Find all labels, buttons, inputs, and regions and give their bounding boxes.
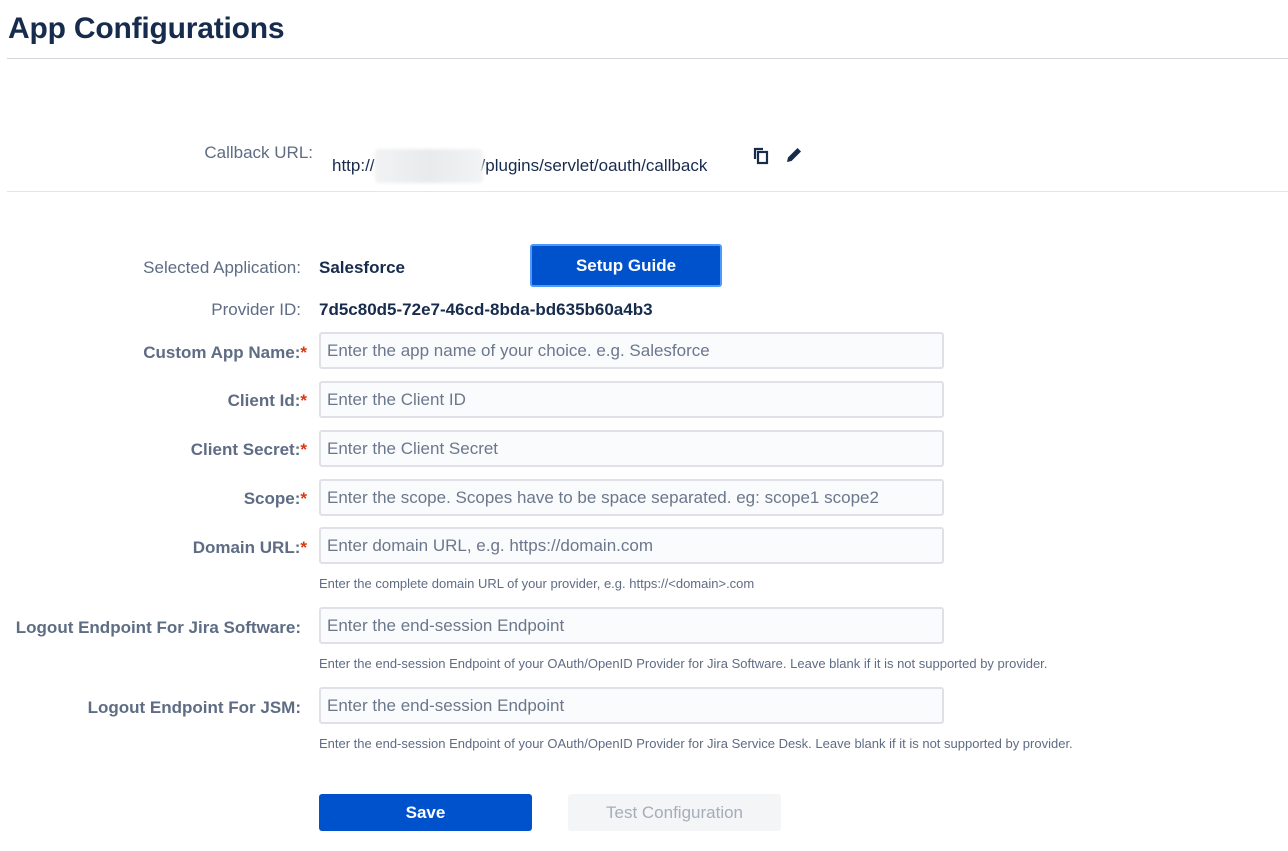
title-divider bbox=[7, 58, 1288, 59]
domain-url-input[interactable] bbox=[319, 527, 944, 564]
test-configuration-button[interactable]: Test Configuration bbox=[568, 794, 781, 831]
client-id-label: Client Id:* bbox=[0, 391, 307, 411]
scope-input[interactable] bbox=[319, 479, 944, 516]
pencil-icon[interactable] bbox=[784, 145, 804, 165]
custom-app-name-label-text: Custom App Name: bbox=[143, 343, 301, 362]
callback-url-label: Callback URL: bbox=[204, 143, 313, 162]
required-marker: * bbox=[300, 391, 307, 410]
client-secret-label-text: Client Secret: bbox=[190, 440, 301, 459]
client-secret-input[interactable] bbox=[319, 430, 944, 467]
logout-jira-input[interactable] bbox=[319, 607, 944, 644]
logout-jsm-help: Enter the end-session Endpoint of your O… bbox=[319, 736, 1073, 751]
provider-id-label: Provider ID: bbox=[211, 300, 301, 319]
selected-application-label: Selected Application: bbox=[143, 258, 301, 277]
domain-url-label: Domain URL:* bbox=[0, 538, 307, 558]
required-marker: * bbox=[300, 538, 307, 557]
required-marker: * bbox=[300, 489, 307, 508]
domain-url-help: Enter the complete domain URL of your pr… bbox=[319, 576, 755, 591]
required-marker: * bbox=[300, 343, 307, 362]
logout-jira-help: Enter the end-session Endpoint of your O… bbox=[319, 656, 1048, 671]
client-id-input[interactable] bbox=[319, 381, 944, 418]
client-secret-label: Client Secret:* bbox=[0, 440, 307, 460]
selected-application-value: Salesforce bbox=[319, 258, 405, 277]
client-id-label-text: Client Id: bbox=[227, 391, 301, 410]
required-marker: * bbox=[300, 440, 307, 459]
custom-app-name-input[interactable] bbox=[319, 332, 944, 369]
callback-divider bbox=[7, 191, 1288, 192]
logout-jira-label: Logout Endpoint For Jira Software: bbox=[15, 618, 301, 637]
logout-jsm-label: Logout Endpoint For JSM: bbox=[87, 698, 301, 717]
page-title: App Configurations bbox=[8, 12, 285, 45]
logout-jsm-input[interactable] bbox=[319, 687, 944, 724]
callback-url-suffix: /plugins/servlet/oauth/callback bbox=[480, 156, 708, 175]
scope-label-text: Scope: bbox=[243, 489, 301, 508]
save-button[interactable]: Save bbox=[319, 794, 532, 831]
callback-url-prefix: http:// bbox=[332, 156, 375, 175]
setup-guide-button[interactable]: Setup Guide bbox=[530, 244, 722, 287]
callback-url[interactable]: http:// /plugins/servlet/oauth/callback bbox=[332, 149, 707, 183]
scope-label: Scope:* bbox=[0, 489, 307, 509]
custom-app-name-label: Custom App Name:* bbox=[0, 343, 307, 363]
redacted-host bbox=[374, 149, 483, 183]
provider-id-value: 7d5c80d5-72e7-46cd-8bda-bd635b60a4b3 bbox=[319, 300, 653, 319]
domain-url-label-text: Domain URL: bbox=[192, 538, 301, 557]
copy-icon[interactable] bbox=[751, 146, 771, 166]
